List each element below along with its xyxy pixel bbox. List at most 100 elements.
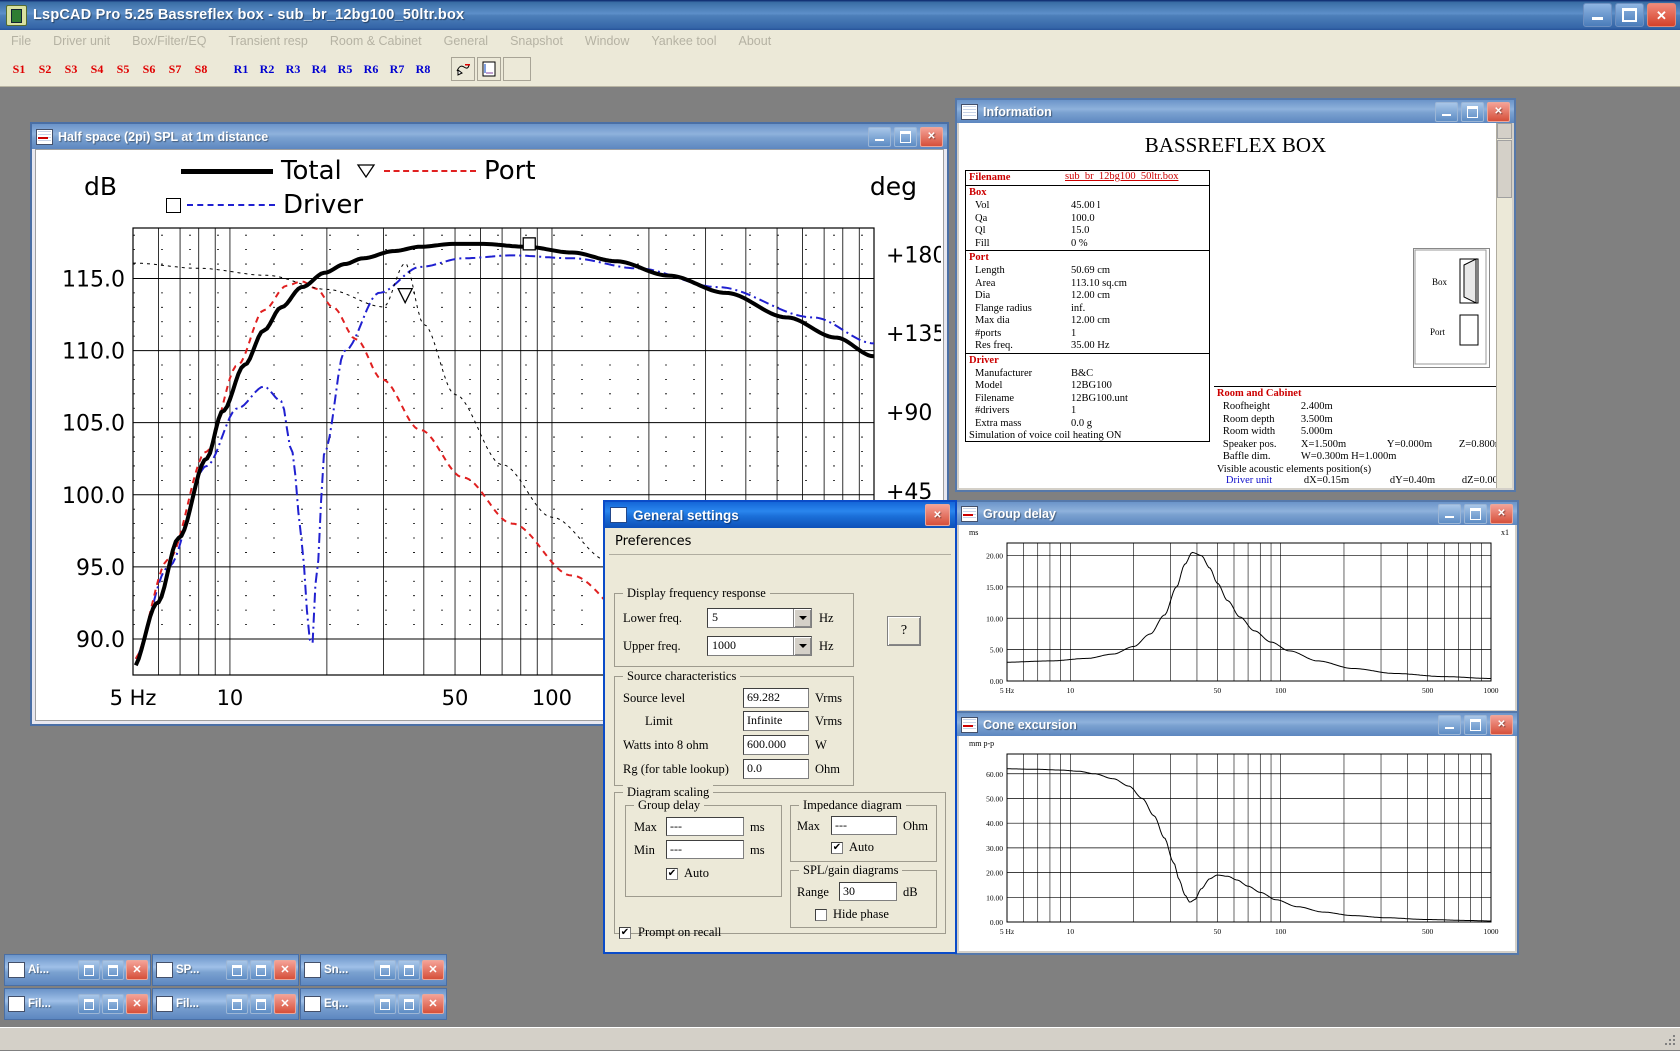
mdi-restore-icon-1[interactable] bbox=[226, 960, 248, 980]
maximize-icon[interactable] bbox=[1615, 3, 1644, 27]
ce-close-icon[interactable]: ✕ bbox=[1490, 715, 1513, 735]
snapshot-button-s8[interactable]: S8 bbox=[189, 57, 213, 81]
menu-item-snapshot[interactable]: Snapshot bbox=[499, 32, 574, 50]
gd-maximize-icon[interactable] bbox=[1464, 504, 1487, 524]
mdi-close-icon-3[interactable]: ✕ bbox=[126, 994, 148, 1014]
mdi-restore-icon-4[interactable] bbox=[226, 994, 248, 1014]
watts-input[interactable]: 600.000 bbox=[743, 735, 809, 755]
toolbar-field[interactable] bbox=[503, 57, 531, 81]
rg-input[interactable]: 0.0 bbox=[743, 759, 809, 779]
mdi-maximize-icon-3[interactable] bbox=[102, 994, 124, 1014]
mdi-restore-icon-5[interactable] bbox=[374, 994, 396, 1014]
spl-maximize-icon[interactable] bbox=[894, 127, 917, 147]
recall-button-r6[interactable]: R6 bbox=[359, 57, 383, 81]
upper-freq-label: Upper freq. bbox=[623, 639, 681, 654]
mdi-bar-4[interactable]: Fil... ✕ bbox=[152, 988, 299, 1020]
snapshot-button-s5[interactable]: S5 bbox=[111, 57, 135, 81]
gd-minimize-icon[interactable] bbox=[1438, 504, 1461, 524]
ce-maximize-icon[interactable] bbox=[1464, 715, 1487, 735]
mdi-bar-5[interactable]: Eq... ✕ bbox=[300, 988, 447, 1020]
export-icon[interactable] bbox=[477, 57, 501, 81]
help-button[interactable]: ? bbox=[887, 616, 921, 646]
menu-item-transient-resp[interactable]: Transient resp bbox=[217, 32, 318, 50]
mdi-bar-0[interactable]: Ai... ✕ bbox=[4, 954, 151, 986]
recall-button-r4[interactable]: R4 bbox=[307, 57, 331, 81]
resize-grip-icon[interactable] bbox=[1662, 1032, 1678, 1048]
mdi-maximize-icon-5[interactable] bbox=[398, 994, 420, 1014]
imp-auto-checkbox[interactable]: ✔ bbox=[831, 842, 843, 854]
mdi-maximize-icon-0[interactable] bbox=[102, 960, 124, 980]
menu-item-general[interactable]: General bbox=[433, 32, 499, 50]
upper-freq-value[interactable]: 1000 bbox=[708, 637, 793, 655]
limit-input[interactable]: Infinite bbox=[743, 711, 809, 731]
chevron-down-icon[interactable] bbox=[793, 609, 811, 627]
mdi-close-icon-2[interactable]: ✕ bbox=[422, 960, 444, 980]
settings-icon bbox=[610, 507, 627, 523]
gd-close-icon[interactable]: ✕ bbox=[1490, 504, 1513, 524]
mdi-restore-icon-0[interactable] bbox=[78, 960, 100, 980]
lower-freq-combo[interactable]: 5 bbox=[707, 608, 812, 628]
recall-button-r8[interactable]: R8 bbox=[411, 57, 435, 81]
imp-max-label: Max bbox=[797, 819, 820, 834]
cone-excursion-plot[interactable]: 0.0010.0020.0030.0040.0050.0060.005 Hz10… bbox=[959, 748, 1511, 944]
svg-text:105.0: 105.0 bbox=[62, 412, 125, 437]
menu-item-about[interactable]: About bbox=[728, 32, 783, 50]
menu-item-box-filter-eq[interactable]: Box/Filter/EQ bbox=[121, 32, 217, 50]
menu-item-driver-unit[interactable]: Driver unit bbox=[42, 32, 121, 50]
cursor-tool-icon[interactable] bbox=[451, 57, 475, 81]
mdi-close-icon-0[interactable]: ✕ bbox=[126, 960, 148, 980]
menu-item-file[interactable]: File bbox=[0, 32, 42, 50]
upper-freq-combo[interactable]: 1000 bbox=[707, 636, 812, 656]
recall-button-r7[interactable]: R7 bbox=[385, 57, 409, 81]
recall-button-r2[interactable]: R2 bbox=[255, 57, 279, 81]
snapshot-button-s4[interactable]: S4 bbox=[85, 57, 109, 81]
mdi-close-icon-4[interactable]: ✕ bbox=[274, 994, 296, 1014]
source-level-input[interactable]: 69.282 bbox=[743, 688, 809, 708]
information-body[interactable]: BASSREFLEX BOX Filename sub_br_12bg100_5… bbox=[959, 123, 1512, 488]
snapshot-button-s2[interactable]: S2 bbox=[33, 57, 57, 81]
imp-max-input[interactable]: --- bbox=[831, 816, 897, 835]
hide-phase-checkbox[interactable] bbox=[815, 909, 827, 921]
mdi-restore-icon-2[interactable] bbox=[374, 960, 396, 980]
cone-excursion-window-title: Cone excursion bbox=[983, 718, 1077, 732]
snapshot-button-s3[interactable]: S3 bbox=[59, 57, 83, 81]
chevron-down-icon[interactable] bbox=[793, 637, 811, 655]
recall-button-r3[interactable]: R3 bbox=[281, 57, 305, 81]
recall-button-r1[interactable]: R1 bbox=[229, 57, 253, 81]
minimize-icon[interactable] bbox=[1583, 3, 1612, 27]
close-icon[interactable]: ✕ bbox=[1647, 3, 1676, 27]
ce-minimize-icon[interactable] bbox=[1438, 715, 1461, 735]
info-scrollbar[interactable] bbox=[1496, 123, 1512, 488]
general-settings-close-icon[interactable]: ✕ bbox=[925, 504, 950, 526]
menu-item-room-cabinet[interactable]: Room & Cabinet bbox=[319, 32, 433, 50]
mdi-restore-icon-3[interactable] bbox=[78, 994, 100, 1014]
mdi-bar-2[interactable]: Sn... ✕ bbox=[300, 954, 447, 986]
mdi-maximize-icon-4[interactable] bbox=[250, 994, 272, 1014]
range-input[interactable]: 30 bbox=[839, 882, 897, 901]
snapshot-button-s1[interactable]: S1 bbox=[7, 57, 31, 81]
recall-button-r5[interactable]: R5 bbox=[333, 57, 357, 81]
impedance-scaling-group: Impedance diagram Max --- Ohm ✔ Auto bbox=[790, 805, 937, 862]
gd-min-input[interactable]: --- bbox=[666, 840, 744, 859]
snapshot-button-s6[interactable]: S6 bbox=[137, 57, 161, 81]
prompt-on-recall-checkbox[interactable]: ✔ bbox=[619, 927, 631, 939]
mdi-close-icon-1[interactable]: ✕ bbox=[274, 960, 296, 980]
snapshot-button-s7[interactable]: S7 bbox=[163, 57, 187, 81]
info-minimize-icon[interactable] bbox=[1435, 102, 1458, 122]
menu-item-yankee-tool[interactable]: Yankee tool bbox=[640, 32, 727, 50]
info-maximize-icon[interactable] bbox=[1461, 102, 1484, 122]
spl-minimize-icon[interactable] bbox=[868, 127, 891, 147]
spl-close-icon[interactable]: ✕ bbox=[920, 127, 943, 147]
menu-item-window[interactable]: Window bbox=[574, 32, 640, 50]
gd-auto-checkbox[interactable]: ✔ bbox=[666, 868, 678, 880]
lspcad-icon bbox=[6, 5, 27, 26]
mdi-close-icon-5[interactable]: ✕ bbox=[422, 994, 444, 1014]
gd-max-input[interactable]: --- bbox=[666, 817, 744, 836]
group-delay-plot[interactable]: 0.005.0010.0015.0020.005 Hz1050100500100… bbox=[959, 537, 1511, 703]
mdi-maximize-icon-2[interactable] bbox=[398, 960, 420, 980]
mdi-maximize-icon-1[interactable] bbox=[250, 960, 272, 980]
mdi-bar-1[interactable]: SP... ✕ bbox=[152, 954, 299, 986]
lower-freq-value[interactable]: 5 bbox=[708, 609, 793, 627]
info-close-icon[interactable]: ✕ bbox=[1487, 102, 1510, 122]
mdi-bar-3[interactable]: Fil... ✕ bbox=[4, 988, 151, 1020]
